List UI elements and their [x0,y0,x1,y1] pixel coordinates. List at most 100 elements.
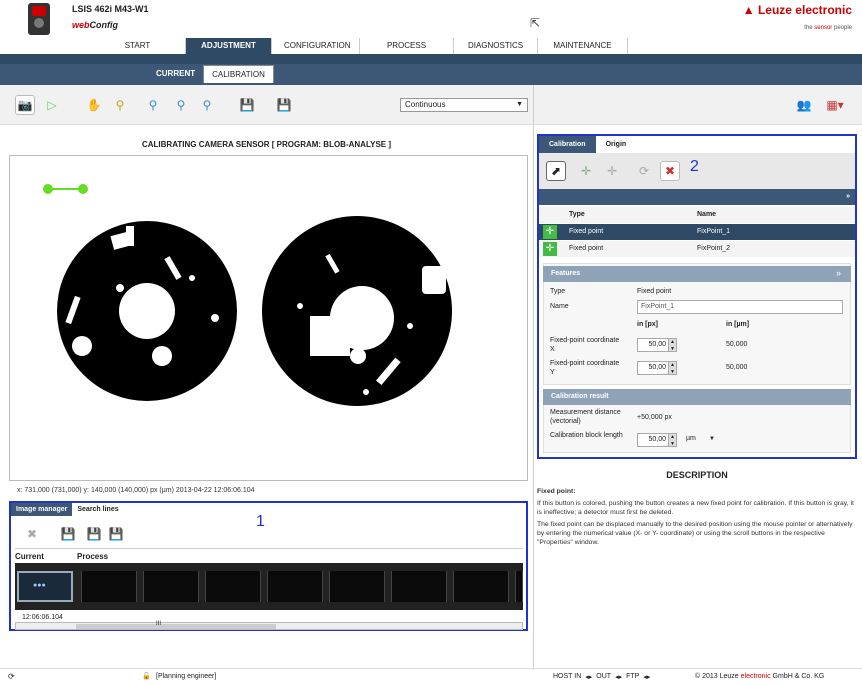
hand-icon[interactable]: ✋ [84,95,104,115]
fixpoint-icon: ✛ [543,242,557,256]
film-strip[interactable]: ●●● [15,563,523,610]
image-panel-tabs: Image manager Search lines [11,503,124,516]
lock-icon: 🔓 [142,673,151,680]
block-unit-select[interactable]: µm ▼ [683,433,719,447]
unit-um-label: in [µm] [726,321,750,328]
add-fixpoint-icon[interactable]: ✛ [576,161,596,181]
tab-search-lines[interactable]: Search lines [72,503,123,516]
nav-start[interactable]: START [90,38,186,54]
description-title: DESCRIPTION [666,470,728,480]
current-frame[interactable]: ●●● [17,571,73,602]
col-process: Process [77,552,109,561]
type-label: Type [550,288,566,295]
nav-maintenance[interactable]: MAINTENANCE [538,38,628,54]
main-nav: START ADJUSTMENT CONFIGURATION PROCESS D… [90,38,628,54]
save-image-icon[interactable]: 💾 [58,524,78,544]
tab-calibration-list[interactable]: Calibration [539,136,596,153]
col-current: Current [15,552,44,561]
connection-status: HOST IN ◂▸ OUT ◂▸ FTP ◂▸ [553,673,650,681]
collapse-icon[interactable]: » [846,189,850,205]
process-frame[interactable] [329,571,385,602]
type-value: Fixed point [637,288,672,295]
process-frame[interactable] [81,571,137,602]
host-in-indicator-icon: ◂▸ [585,674,593,681]
process-frame[interactable] [143,571,199,602]
table-row[interactable]: ✛ Fixed point FixPoint_2 [539,241,855,257]
scroll-thumb[interactable]: III [76,621,276,629]
delete-point-icon[interactable]: ✖ [660,161,680,181]
out-indicator-icon: ◂▸ [615,674,623,681]
upload-image-icon[interactable]: 💾 [84,524,104,544]
camera-image [43,184,452,406]
nav-diagnostics[interactable]: DIAGNOSTICS [454,38,538,54]
tab-current[interactable]: CURRENT [148,65,203,83]
save-record-icon[interactable]: 💾 [274,95,294,115]
nav-configuration[interactable]: CONFIGURATION [272,38,360,54]
result-band: Calibration result [543,389,851,405]
device-icon [28,3,50,35]
language-flag-icon[interactable]: ▦▾ [820,95,850,115]
part-right [262,216,452,406]
description-p1: If this button is colored, pushing the b… [537,500,854,516]
name-input[interactable]: FixPoint_1 [637,300,843,314]
brand-tagline: the sensor people [804,25,852,31]
copyright: © 2013 Leuze electronic GmbH & Co. KG [695,673,825,680]
save-image-icon[interactable]: 💾 [237,95,257,115]
table-row[interactable]: ✛ Fixed point FixPoint_1 [539,224,855,240]
zoom-fit-icon[interactable]: ⚲ [171,95,191,115]
nav-process[interactable]: PROCESS [360,38,454,54]
rotate-point-icon[interactable]: ⟳ [634,161,654,181]
name-label: Name [550,303,569,310]
nav-adjustment[interactable]: ADJUSTMENT [186,38,272,54]
chevron-down-icon: ▼ [516,101,523,108]
panel-divider [533,85,534,680]
pointer-icon[interactable]: ⬈ [546,161,566,181]
process-frame[interactable] [267,571,323,602]
add-point-icon[interactable]: ✛ [602,161,622,181]
points-table-header: Type Name [539,207,855,223]
coord-x-stepper[interactable]: ▲ ▼ [668,338,677,352]
zoom-out-icon[interactable]: ⚲ [143,95,163,115]
camera-image-canvas[interactable] [9,155,528,481]
process-frame[interactable] [515,571,523,602]
horizontal-scrollbar[interactable]: III [15,621,523,630]
ftp-status: FTP [626,673,640,680]
measurement-value: +50,000 px [637,414,672,421]
page-title: CALIBRATING CAMERA SENSOR [ PROGRAM: BLO… [141,140,392,149]
sub-tabs: CURRENT CALIBRATION [148,65,274,83]
unit-px-label: in [px] [637,321,658,328]
import-image-icon[interactable]: 💾 [106,524,126,544]
zoom-in-icon[interactable]: ⚲ [110,95,130,115]
block-length-label: Calibration block length [550,432,623,439]
tab-origin[interactable]: Origin [596,136,637,153]
fixpoint-icon: ✛ [543,225,557,239]
webconfig-logo: webConfig [72,20,119,30]
refresh-icon[interactable]: ⟳ [8,672,15,681]
part-left [57,221,237,401]
collapse-icon[interactable]: » [836,268,841,278]
process-frame[interactable] [453,571,509,602]
chevron-down-icon: ▼ [709,436,715,442]
coord-y-um-value: 50,000 [726,364,748,371]
trigger-mode-select[interactable]: Continuous ▼ [400,98,528,112]
users-icon[interactable]: 👥 [794,95,814,115]
panel-number-2: 2 [690,158,699,175]
tab-image-manager[interactable]: Image manager [11,503,73,516]
coord-x-label: Fixed-point coordinate X [550,337,620,353]
zoom-reset-icon[interactable]: ⚲ [197,95,217,115]
process-frame[interactable] [205,571,261,602]
process-frame[interactable] [391,571,447,602]
ftp-indicator-icon: ◂▸ [643,674,651,681]
play-icon[interactable]: ▷ [42,95,62,115]
panel-number-1: 1 [256,513,265,530]
coord-y-stepper[interactable]: ▲ ▼ [668,361,677,375]
measurement-label: Measurement distance (vectorial) [550,409,621,425]
delete-image-icon[interactable]: ✖ [22,524,42,544]
tab-calibration[interactable]: CALIBRATION [203,65,274,83]
block-length-stepper[interactable]: ▲ ▼ [668,433,677,447]
camera-icon[interactable]: 📷 [15,95,35,115]
footer-divider [0,668,862,669]
coord-x-um-value: 50,000 [726,341,748,348]
user-role: [Planning engineer] [156,673,217,680]
description-text: Fixed point: If this button is colored, … [537,487,855,547]
